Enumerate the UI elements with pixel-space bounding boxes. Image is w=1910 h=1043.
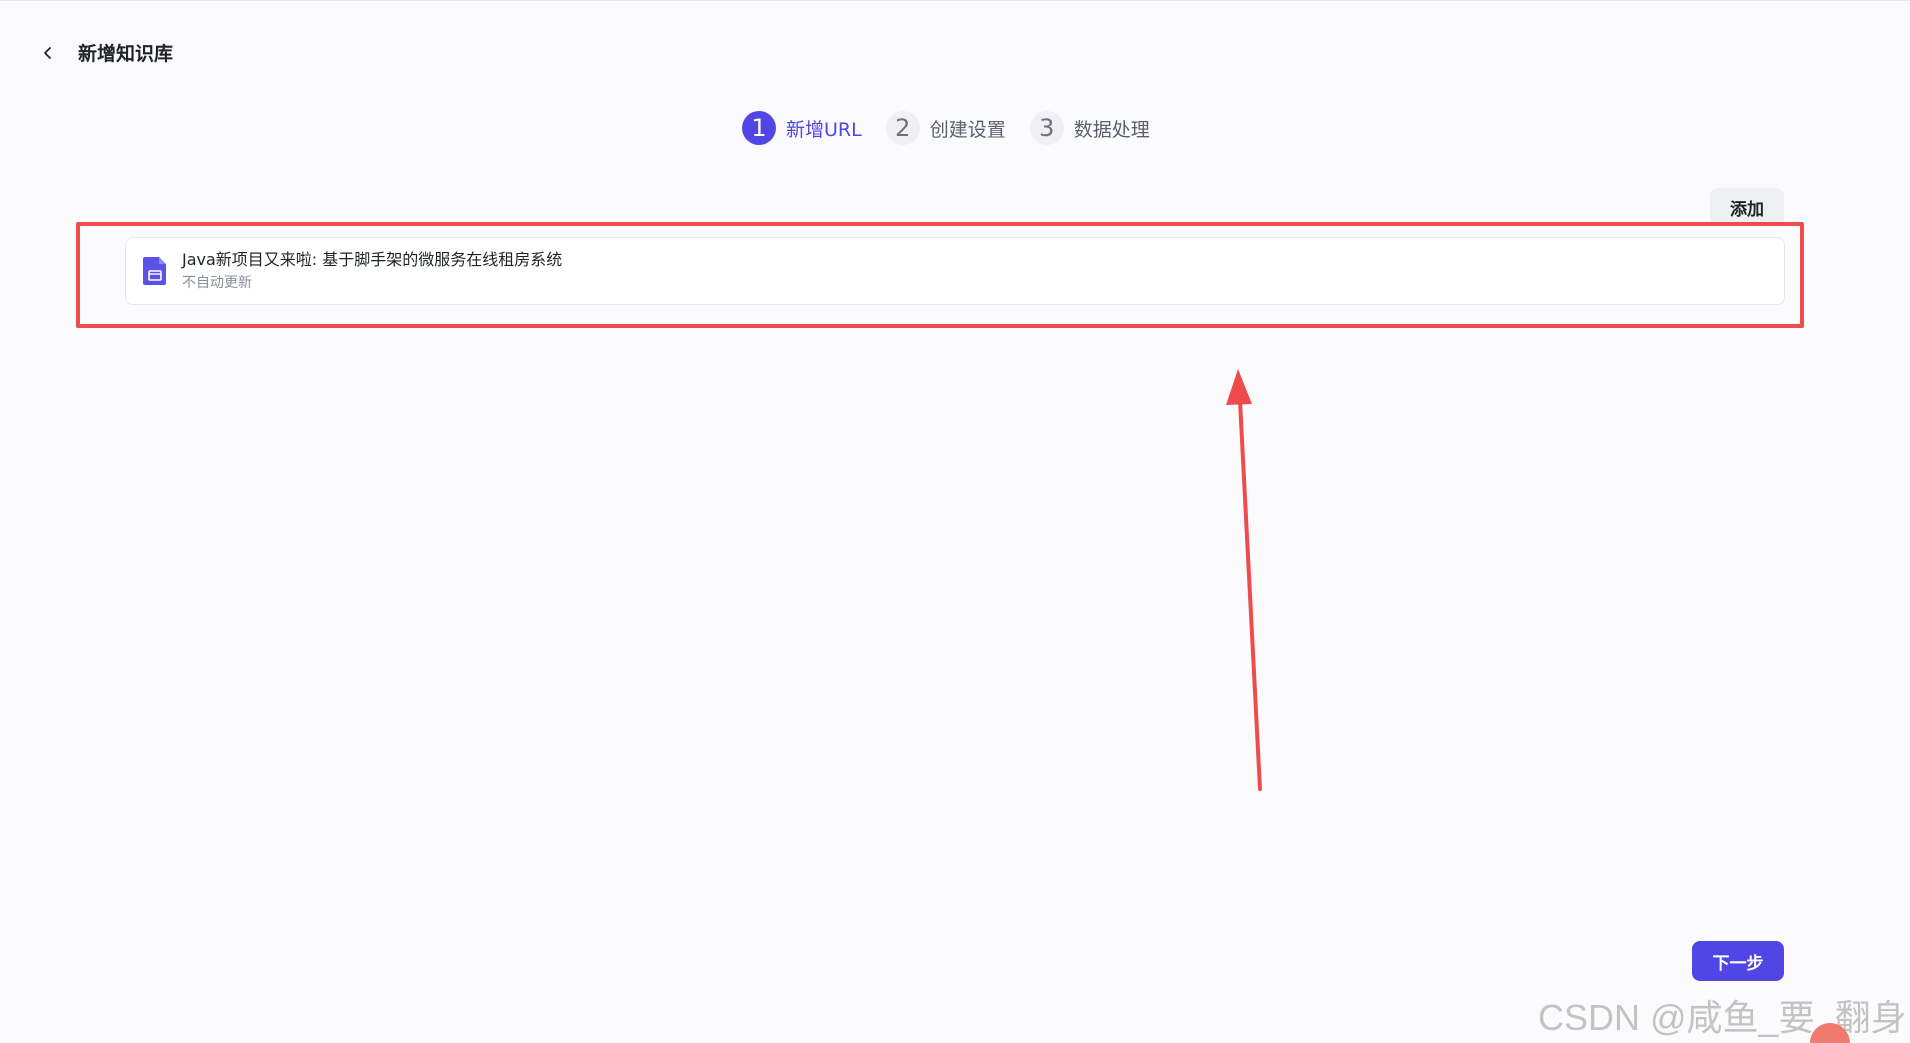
step-number: 3	[1029, 111, 1064, 145]
stepper: 1 新增URL 2 创建设置 3 数据处理	[742, 111, 1174, 145]
step-number: 2	[885, 111, 920, 145]
list-item-text: Java新项目又来啦: 基于脚手架的微服务在线租房系统 不自动更新	[182, 249, 562, 293]
url-update-status: 不自动更新	[182, 275, 252, 291]
annotation-arrow	[1226, 369, 1262, 791]
step-number: 1	[742, 111, 776, 145]
step-label: 创建设置	[929, 118, 1006, 141]
list-item[interactable]: Java新项目又来啦: 基于脚手架的微服务在线租房系统 不自动更新	[125, 237, 1785, 305]
step-data-processing[interactable]: 3 数据处理	[1029, 111, 1150, 145]
page-header: 新增知识库	[36, 39, 173, 66]
url-title: Java新项目又来啦: 基于脚手架的微服务在线租房系统	[182, 250, 563, 269]
page-title: 新增知识库	[78, 43, 174, 65]
step-new-url[interactable]: 1 新增URL	[742, 111, 862, 145]
knowledge-base-create-page: 新增知识库 1 新增URL 2 创建设置 3 数据处理 添加 Java新项目又来…	[0, 0, 1910, 1043]
chevron-left-icon[interactable]	[36, 41, 60, 65]
watermark: CSDN @咸鱼_要_翻身	[1538, 997, 1907, 1038]
add-button[interactable]: 添加	[1710, 188, 1784, 226]
document-icon	[143, 257, 166, 285]
next-step-button[interactable]: 下一步	[1692, 941, 1784, 981]
step-label: 数据处理	[1073, 118, 1150, 141]
step-create-settings[interactable]: 2 创建设置	[885, 111, 1006, 145]
step-label: 新增URL	[786, 118, 862, 141]
